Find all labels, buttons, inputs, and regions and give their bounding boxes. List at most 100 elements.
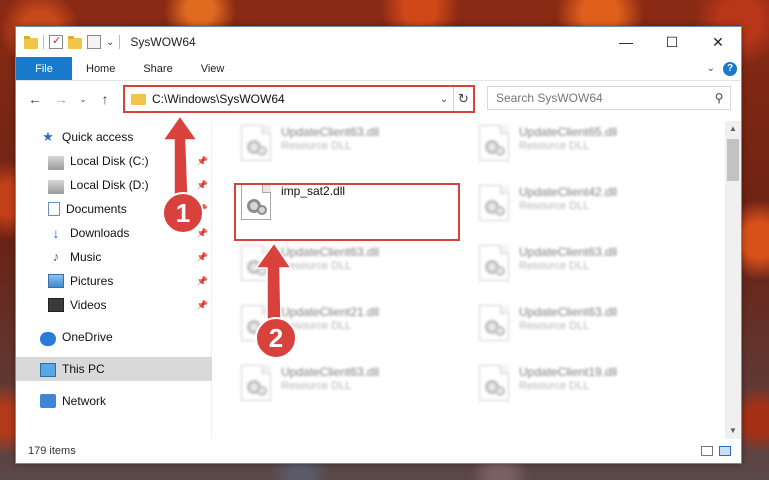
network-icon: [40, 394, 56, 408]
navigation-bar: ← → ⌄ ↑ C:\Windows\SysWOW64 ⌄ ↻ ⚲: [16, 82, 741, 116]
sidebar-item-network[interactable]: Network: [16, 389, 212, 413]
toolbar-divider: [119, 35, 121, 49]
sidebar-item-downloads[interactable]: ↓ Downloads 📌: [16, 221, 212, 245]
tab-file[interactable]: File: [16, 57, 72, 80]
window-controls: — ☐ ✕: [603, 27, 741, 57]
file-item[interactable]: UpdateClient63.dll Resource DLL: [479, 245, 699, 285]
dll-file-icon: [479, 305, 509, 341]
properties-check-icon[interactable]: [49, 34, 63, 49]
music-icon: ♪: [52, 249, 60, 264]
file-name: UpdateClient65.dll: [519, 125, 618, 139]
title-bar: ⌄ SysWOW64 — ☐ ✕: [16, 27, 741, 57]
tab-view[interactable]: View: [187, 57, 239, 80]
file-name: UpdateClient63.dll: [281, 245, 380, 259]
sidebar-item-label: Pictures: [70, 274, 114, 288]
pin-icon[interactable]: 📌: [197, 204, 208, 215]
vertical-scrollbar[interactable]: ▲ ▼: [725, 121, 741, 439]
pin-icon[interactable]: 📌: [197, 276, 208, 287]
customize-toolbar-icon[interactable]: [87, 35, 101, 49]
cloud-icon: [40, 332, 56, 346]
address-dropdown-icon[interactable]: ⌄: [435, 94, 453, 105]
sidebar-item-label: Local Disk (C:): [70, 154, 149, 168]
file-name: UpdateClient21.dll: [281, 305, 380, 319]
file-item[interactable]: UpdateClient63.dll Resource DLL: [241, 365, 461, 405]
toolbar-dropdown-icon[interactable]: ⌄: [106, 37, 114, 48]
expand-ribbon-icon[interactable]: ⌄: [707, 63, 715, 74]
file-name: UpdateClient63.dll: [519, 305, 618, 319]
sidebar-item-music[interactable]: ♪ Music 📌: [16, 245, 212, 269]
quick-access-toolbar: ⌄: [24, 34, 121, 49]
search-input[interactable]: [488, 91, 708, 105]
file-type: Resource DLL: [281, 140, 352, 152]
sidebar-item-local-disk-d[interactable]: Local Disk (D:) 📌: [16, 173, 212, 197]
file-name: UpdateClient63.dll: [281, 125, 380, 139]
sidebar-item-label: Quick access: [62, 130, 134, 144]
file-item[interactable]: UpdateClient65.dll Resource DLL: [479, 125, 699, 165]
file-type: Resource DLL: [519, 140, 590, 152]
folder-icon: [131, 93, 146, 105]
scroll-up-icon[interactable]: ▲: [725, 121, 741, 137]
back-button[interactable]: ←: [24, 91, 46, 107]
sidebar-item-pictures[interactable]: Pictures 📌: [16, 269, 212, 293]
file-type: Resource DLL: [281, 380, 352, 392]
ribbon-right-controls: ⌄ ?: [707, 57, 741, 80]
refresh-button[interactable]: ↻: [453, 87, 473, 111]
large-icons-view-icon[interactable]: [719, 446, 731, 456]
dll-file-icon: [241, 365, 271, 401]
search-box[interactable]: ⚲: [487, 86, 731, 110]
details-view-icon[interactable]: [701, 446, 713, 456]
file-name: UpdateClient42.dll: [519, 185, 618, 199]
download-icon: ↓: [52, 225, 60, 241]
tab-share[interactable]: Share: [129, 57, 186, 80]
new-folder-icon[interactable]: [68, 35, 82, 49]
scroll-down-icon[interactable]: ▼: [725, 423, 741, 439]
search-icon[interactable]: ⚲: [708, 91, 730, 105]
up-button[interactable]: ↑: [94, 91, 116, 107]
sidebar-item-documents[interactable]: Documents 📌: [16, 197, 212, 221]
sidebar-item-onedrive[interactable]: OneDrive: [16, 325, 212, 349]
maximize-button[interactable]: ☐: [649, 27, 695, 57]
sidebar-item-label: OneDrive: [62, 330, 113, 344]
scroll-thumb[interactable]: [727, 139, 739, 181]
dll-file-icon: [241, 245, 271, 281]
pin-icon[interactable]: 📌: [197, 180, 208, 191]
tab-home[interactable]: Home: [72, 57, 129, 80]
dll-file-icon: [479, 365, 509, 401]
computer-icon: [40, 362, 56, 377]
file-name: UpdateClient63.dll: [519, 245, 618, 259]
dll-file-icon: [241, 305, 271, 341]
view-toggles: [701, 446, 741, 456]
address-bar[interactable]: C:\Windows\SysWOW64 ⌄ ↻: [123, 85, 475, 113]
sidebar-item-label: Local Disk (D:): [70, 178, 149, 192]
file-item[interactable]: UpdateClient63.dll Resource DLL: [241, 125, 461, 165]
folder-icon[interactable]: [24, 35, 38, 49]
dll-file-icon: [479, 185, 509, 221]
file-highlight-box: [234, 183, 460, 241]
help-icon[interactable]: ?: [723, 61, 737, 76]
pin-icon[interactable]: 📌: [197, 300, 208, 311]
dll-file-icon: [241, 125, 271, 161]
file-item[interactable]: UpdateClient63.dll Resource DLL: [241, 245, 461, 285]
file-item[interactable]: UpdateClient21.dll Resource DLL: [241, 305, 461, 345]
sidebar-item-videos[interactable]: Videos 📌: [16, 293, 212, 317]
recent-locations-button[interactable]: ⌄: [76, 94, 90, 105]
disk-icon: [48, 179, 64, 194]
file-item[interactable]: UpdateClient42.dll Resource DLL: [479, 185, 699, 225]
pin-icon[interactable]: 📌: [197, 252, 208, 263]
pin-icon[interactable]: 📌: [197, 156, 208, 167]
address-path[interactable]: C:\Windows\SysWOW64: [152, 92, 435, 106]
sidebar-item-local-disk-c[interactable]: Local Disk (C:) 📌: [16, 149, 212, 173]
file-list: UpdateClient63.dll Resource DLL imp_sat2.…: [213, 121, 726, 439]
minimize-button[interactable]: —: [603, 27, 649, 57]
file-item[interactable]: UpdateClient63.dll Resource DLL: [479, 305, 699, 345]
document-icon: [48, 202, 60, 216]
sidebar-item-label: This PC: [62, 362, 105, 376]
forward-button[interactable]: →: [50, 91, 72, 107]
close-button[interactable]: ✕: [695, 27, 741, 57]
star-icon: ★: [42, 129, 54, 144]
sidebar-item-quick-access[interactable]: ★ Quick access: [16, 125, 212, 149]
pin-icon[interactable]: 📌: [197, 228, 208, 239]
file-type: Resource DLL: [519, 260, 590, 272]
sidebar-item-this-pc[interactable]: This PC: [16, 357, 212, 381]
file-item[interactable]: UpdateClient19.dll Resource DLL: [479, 365, 699, 405]
